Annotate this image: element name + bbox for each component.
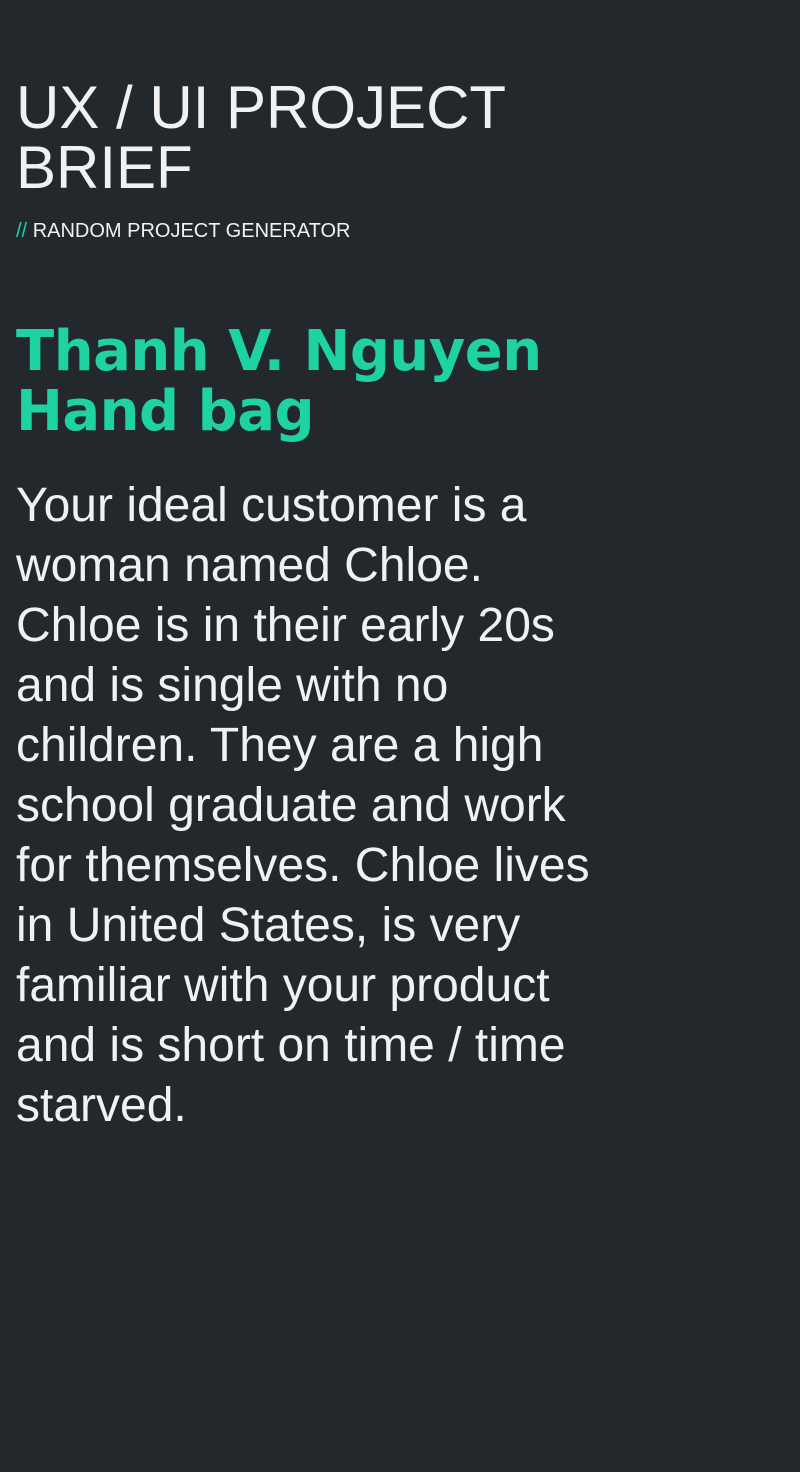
customer-description: Your ideal customer is a woman named Chl… xyxy=(16,476,606,1136)
brief-line: and is short on time / time xyxy=(16,1019,566,1072)
brief-line: children. They are a high xyxy=(16,719,544,772)
tagline: // RANDOM PROJECT GENERATOR xyxy=(16,219,351,243)
page-title: UX / UI PROJECT BRIEF xyxy=(16,78,576,198)
page: UX / UI PROJECT BRIEF // RANDOM PROJECT … xyxy=(0,0,800,1472)
product-name: Hand bag xyxy=(16,379,315,444)
brief-line: Chloe is in their early 20s xyxy=(16,599,555,652)
brief-line: for themselves. Chloe lives xyxy=(16,839,590,892)
client-name: Thanh V. Nguyen xyxy=(16,319,542,384)
brief-line: starved. xyxy=(16,1079,187,1132)
brief-line: and is single with no xyxy=(16,659,449,712)
brief-line: woman named Chloe. xyxy=(16,539,483,592)
page-title-line-2: BRIEF xyxy=(16,134,193,201)
project-heading: Thanh V. Nguyen Hand bag xyxy=(16,322,656,442)
brief-line: familiar with your product xyxy=(16,959,550,1012)
tagline-text: RANDOM PROJECT GENERATOR xyxy=(32,220,351,242)
tagline-prefix: // xyxy=(16,220,28,242)
page-title-line-1: UX / UI PROJECT xyxy=(16,74,507,141)
brief-line: school graduate and work xyxy=(16,779,566,832)
brief-line: Your ideal customer is a xyxy=(16,479,527,532)
brief-line: in United States, is very xyxy=(16,899,521,952)
